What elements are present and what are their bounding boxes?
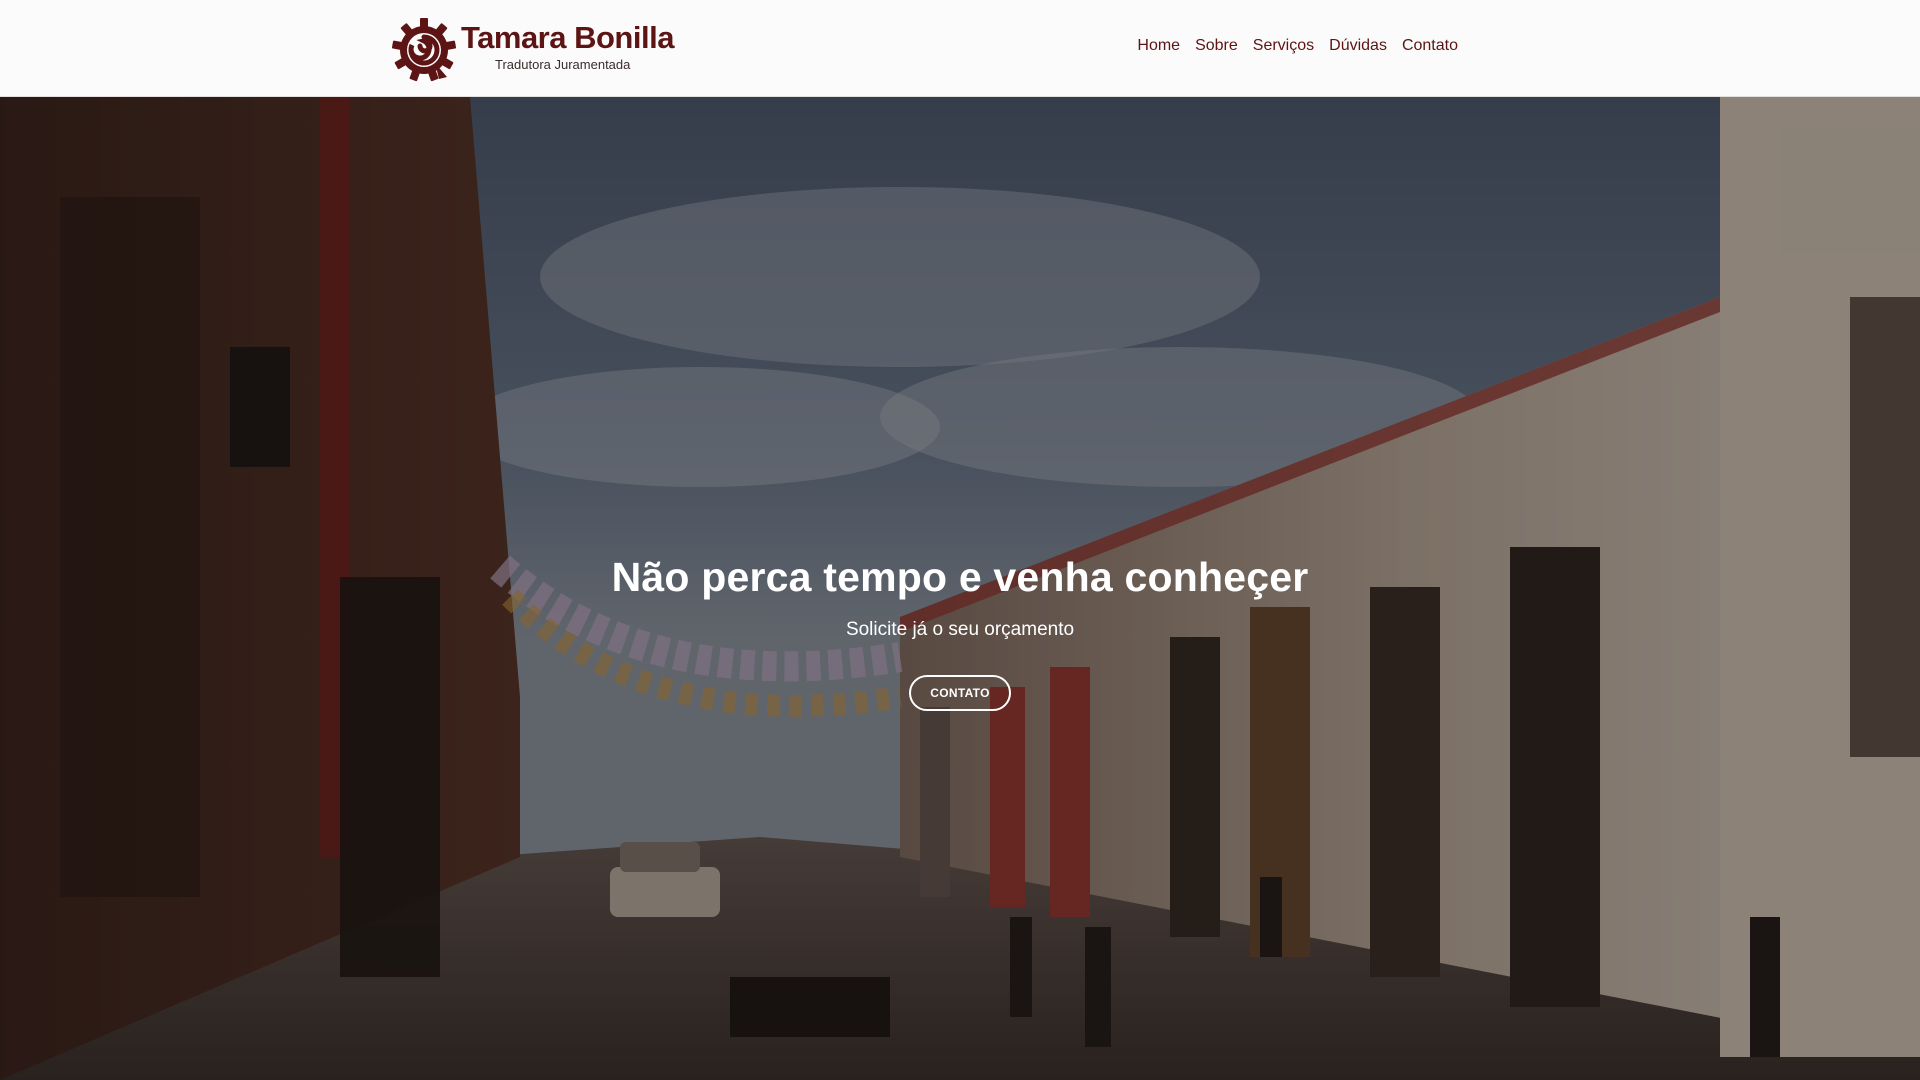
main-nav: Home Sobre Serviços Dúvidas Contato xyxy=(1137,37,1458,55)
hero-subtitle: Solicite já o seu orçamento xyxy=(845,619,1075,640)
contact-button[interactable]: CONTATO xyxy=(909,675,1011,711)
nav-sobre[interactable]: Sobre xyxy=(1195,37,1238,55)
hero-section: Não perca tempo e venha conheçer Solicit… xyxy=(0,97,1920,1080)
nav-servicos[interactable]: Serviços xyxy=(1253,37,1314,55)
gear-spiral-logo-icon xyxy=(391,18,457,82)
brand-name: Tamara Bonilla xyxy=(461,20,674,55)
brand-link[interactable]: Tamara Bonilla Tradutora Juramentada xyxy=(391,17,681,83)
brand-tagline: Tradutora Juramentada xyxy=(495,57,631,72)
nav-duvidas[interactable]: Dúvidas xyxy=(1329,37,1387,55)
hero-title: Não perca tempo e venha conheçer xyxy=(611,554,1309,600)
site-header: Tamara Bonilla Tradutora Juramentada Hom… xyxy=(0,0,1920,97)
nav-contato[interactable]: Contato xyxy=(1402,37,1458,55)
nav-home[interactable]: Home xyxy=(1137,37,1180,55)
